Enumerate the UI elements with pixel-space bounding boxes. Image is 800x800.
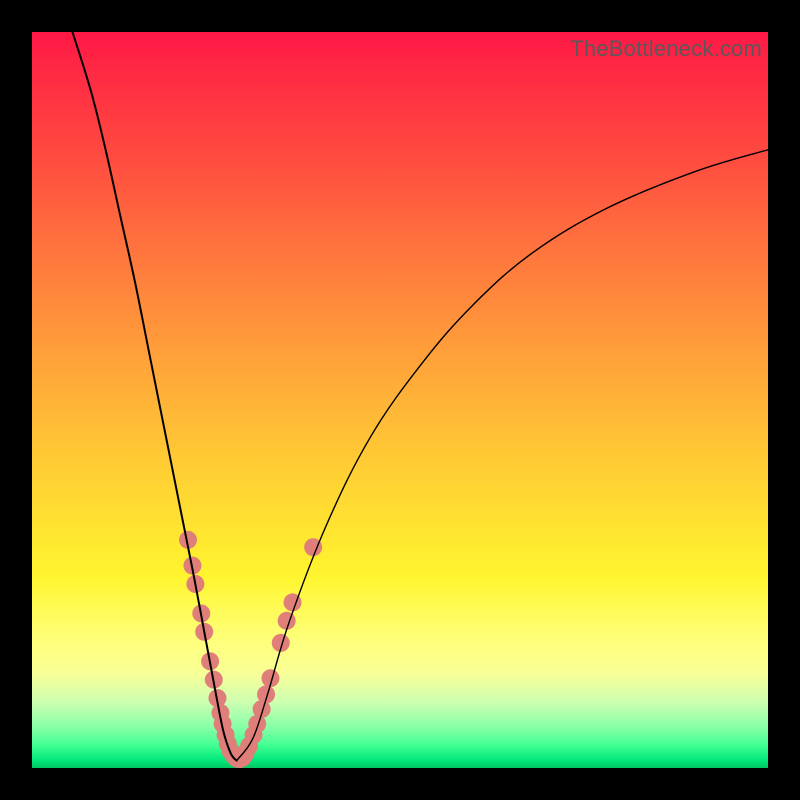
highlight-point [214, 715, 232, 733]
marker-layer [179, 531, 322, 768]
highlight-point [192, 604, 210, 622]
highlight-point [211, 704, 229, 722]
highlight-point [253, 700, 271, 718]
highlight-point [186, 575, 204, 593]
highlight-point [228, 749, 246, 767]
highlight-point [278, 612, 296, 630]
highlight-point [208, 689, 226, 707]
highlight-point [195, 623, 213, 641]
highlight-point [225, 746, 243, 764]
chart-canvas: TheBottleneck.com [0, 0, 800, 800]
watermark-text: TheBottleneck.com [570, 36, 762, 62]
highlight-point [217, 726, 235, 744]
left-branch-curve [72, 32, 236, 761]
highlight-point [179, 531, 197, 549]
highlight-point [248, 715, 266, 733]
right-branch-curve [237, 150, 768, 761]
highlight-point [183, 557, 201, 575]
highlight-point [272, 634, 290, 652]
highlight-point [201, 652, 219, 670]
highlight-point [261, 669, 279, 687]
highlight-point [219, 735, 237, 753]
highlight-point [240, 737, 258, 755]
highlight-point [234, 749, 252, 767]
highlight-point [222, 742, 240, 760]
highlight-point [245, 726, 263, 744]
chart-svg [32, 32, 768, 768]
highlight-point [304, 538, 322, 556]
plot-area: TheBottleneck.com [32, 32, 768, 768]
highlight-point [205, 671, 223, 689]
highlight-point [284, 593, 302, 611]
highlight-point [257, 685, 275, 703]
highlight-point [236, 744, 254, 762]
highlight-point [231, 750, 249, 768]
